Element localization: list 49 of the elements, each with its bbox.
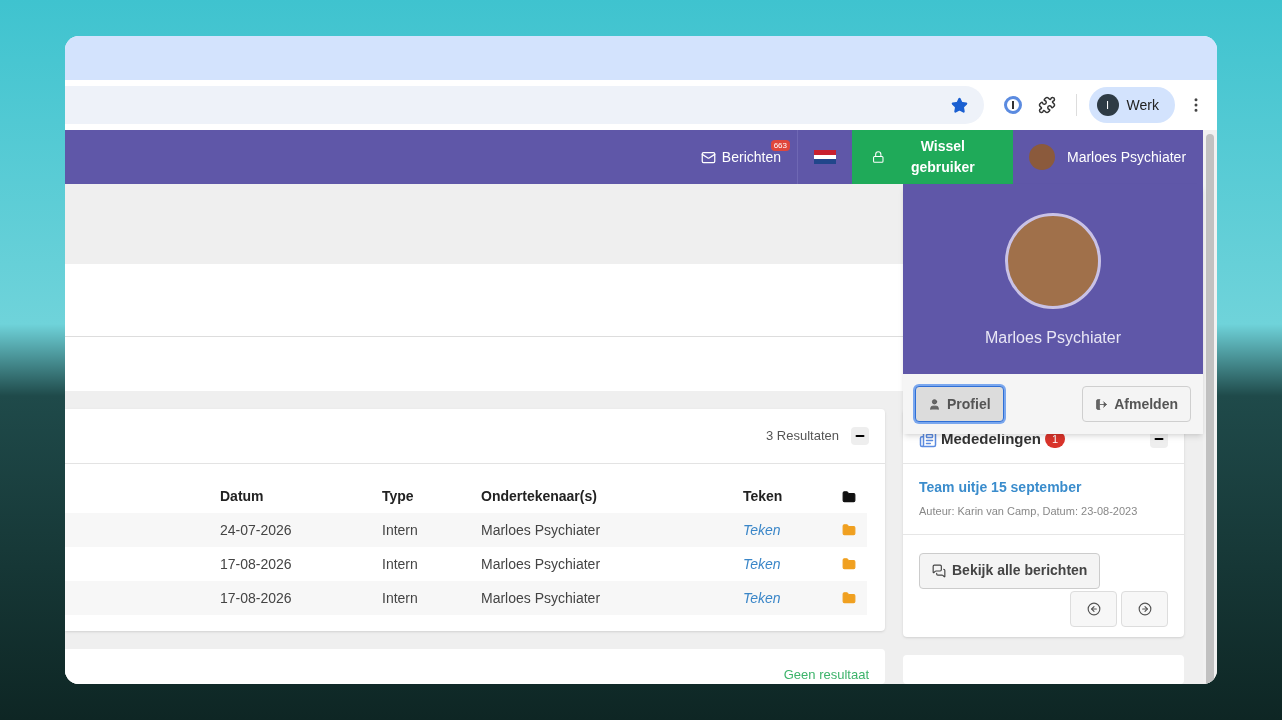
user-icon [928, 397, 941, 411]
type-cell-text: Intern [382, 554, 419, 574]
announcement-title[interactable]: Team uitje 15 september [919, 477, 1168, 498]
next-button[interactable] [1121, 590, 1168, 627]
sign-link[interactable]: Teken [743, 519, 842, 541]
sign-link[interactable]: Teken [743, 587, 842, 609]
sign-link[interactable]: Teken [743, 553, 842, 575]
messages-label: Berichten [721, 148, 781, 167]
dutch-flag-icon [814, 150, 836, 164]
date-cell-text: 24-07-2026 [220, 520, 293, 540]
profile-avatar: I [1096, 94, 1119, 116]
announcements-title: Mededelingen [941, 428, 1041, 449]
lock-icon [872, 150, 885, 164]
profile-chip[interactable]: I Werk [1088, 87, 1175, 123]
collapse-button[interactable] [851, 427, 869, 445]
mail-icon [700, 149, 716, 165]
profile-name: Werk [1126, 95, 1159, 115]
chat-icon [932, 563, 946, 578]
profile-name: Marloes Psychiater [984, 328, 1121, 348]
type-cell-text: Intern [382, 520, 419, 540]
logout-icon [1095, 397, 1109, 411]
user-menu[interactable]: Marloes Psychiater [1013, 130, 1203, 184]
column-header: Datum [220, 487, 265, 506]
signer-cell-text: Marloes Psychiater [481, 588, 602, 608]
column-header: Teken [743, 487, 784, 506]
type-cell-text: Intern [382, 588, 419, 608]
user-name: Marloes Psychiater [1067, 147, 1187, 167]
puzzle-icon[interactable] [1037, 96, 1056, 114]
switch-user-button[interactable]: Wissel gebruiker [852, 130, 1013, 184]
announcement-meta: Auteur: Karin van Camp, Datum: 23-08-2023 [919, 504, 1139, 519]
arrow-left-icon [1086, 601, 1101, 616]
column-header: Type [382, 487, 415, 506]
previous-button[interactable] [1070, 590, 1117, 627]
arrow-right-icon [1137, 601, 1152, 616]
user-avatar [1029, 144, 1055, 170]
date-cell-text: 17-08-2026 [220, 588, 293, 608]
message-count-badge: 663 [770, 140, 790, 151]
signer-cell-text: Marloes Psychiater [481, 554, 602, 574]
results-count: 3 Resultaten [766, 427, 839, 446]
bookmark-star-icon[interactable] [950, 96, 968, 114]
extension-icon[interactable] [1003, 96, 1022, 114]
logout-button[interactable]: Afmelden [1082, 386, 1191, 422]
no-results-text: Geen resultaat [783, 667, 869, 684]
date-cell-text: 17-08-2026 [220, 554, 293, 574]
profile-button[interactable]: Profiel [915, 386, 1004, 422]
signer-cell-text: Marloes Psychiater [481, 520, 602, 540]
view-all-button[interactable]: Bekijk alle berichten [919, 552, 1101, 589]
folder-icon [842, 489, 856, 504]
column-header: Ondertekenaar(s) [481, 487, 598, 506]
